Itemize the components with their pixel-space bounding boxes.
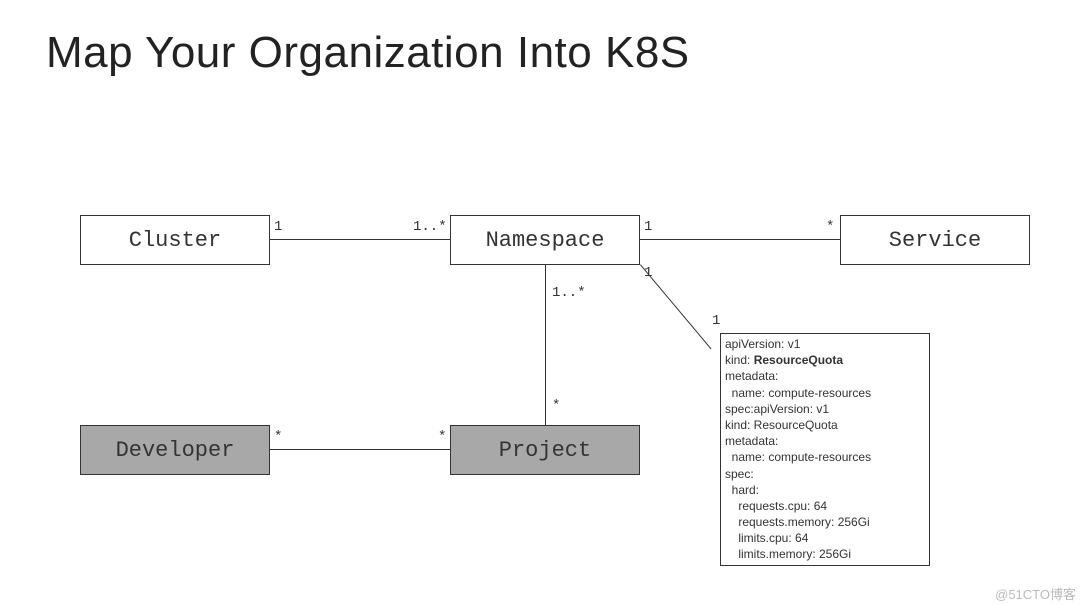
code-l7: metadata: bbox=[725, 434, 778, 448]
box-project: Project bbox=[450, 425, 640, 475]
mult-cluster-ns-right: 1..* bbox=[413, 219, 447, 235]
page-title: Map Your Organization Into K8S bbox=[46, 28, 690, 78]
mult-ns-service-right: * bbox=[826, 219, 834, 235]
code-l12: requests.memory: 256Gi bbox=[725, 515, 870, 529]
box-resourcequota-code: apiVersion: v1 kind: ResourceQuota metad… bbox=[720, 333, 930, 566]
edge-namespace-service bbox=[640, 239, 840, 240]
edge-developer-project bbox=[270, 449, 450, 450]
mult-ns-code-bottom: 1 bbox=[712, 313, 720, 329]
code-l2a: kind: bbox=[725, 353, 754, 367]
code-l10: hard: bbox=[725, 483, 759, 497]
mult-ns-proj-top: 1..* bbox=[552, 285, 586, 301]
code-l11: requests.cpu: 64 bbox=[725, 499, 827, 513]
mult-ns-proj-bottom: * bbox=[552, 398, 560, 414]
mult-dev-proj-right: * bbox=[438, 429, 446, 445]
code-l4: name: compute-resources bbox=[725, 386, 871, 400]
code-l3: metadata: bbox=[725, 369, 778, 383]
code-l9: spec: bbox=[725, 467, 754, 481]
code-l14: limits.memory: 256Gi bbox=[725, 547, 851, 561]
box-developer: Developer bbox=[80, 425, 270, 475]
box-service: Service bbox=[840, 215, 1030, 265]
box-project-label: Project bbox=[499, 438, 591, 463]
box-cluster: Cluster bbox=[80, 215, 270, 265]
box-namespace: Namespace bbox=[450, 215, 640, 265]
box-developer-label: Developer bbox=[116, 438, 235, 463]
mult-ns-code-top: 1 bbox=[644, 265, 652, 281]
code-l5: spec:apiVersion: v1 bbox=[725, 402, 829, 416]
edge-cluster-namespace bbox=[270, 239, 450, 240]
mult-cluster-ns-left: 1 bbox=[274, 219, 282, 235]
edge-namespace-project bbox=[545, 265, 546, 425]
mult-dev-proj-left: * bbox=[274, 429, 282, 445]
code-l8: name: compute-resources bbox=[725, 450, 871, 464]
code-l6: kind: ResourceQuota bbox=[725, 418, 838, 432]
box-cluster-label: Cluster bbox=[129, 228, 221, 253]
watermark: @51CTO博客 bbox=[995, 584, 1076, 603]
code-l13: limits.cpu: 64 bbox=[725, 531, 808, 545]
box-service-label: Service bbox=[889, 228, 981, 253]
box-namespace-label: Namespace bbox=[486, 228, 605, 253]
code-l2b: ResourceQuota bbox=[754, 353, 843, 367]
mult-ns-service-left: 1 bbox=[644, 219, 652, 235]
code-l1: apiVersion: v1 bbox=[725, 337, 800, 351]
